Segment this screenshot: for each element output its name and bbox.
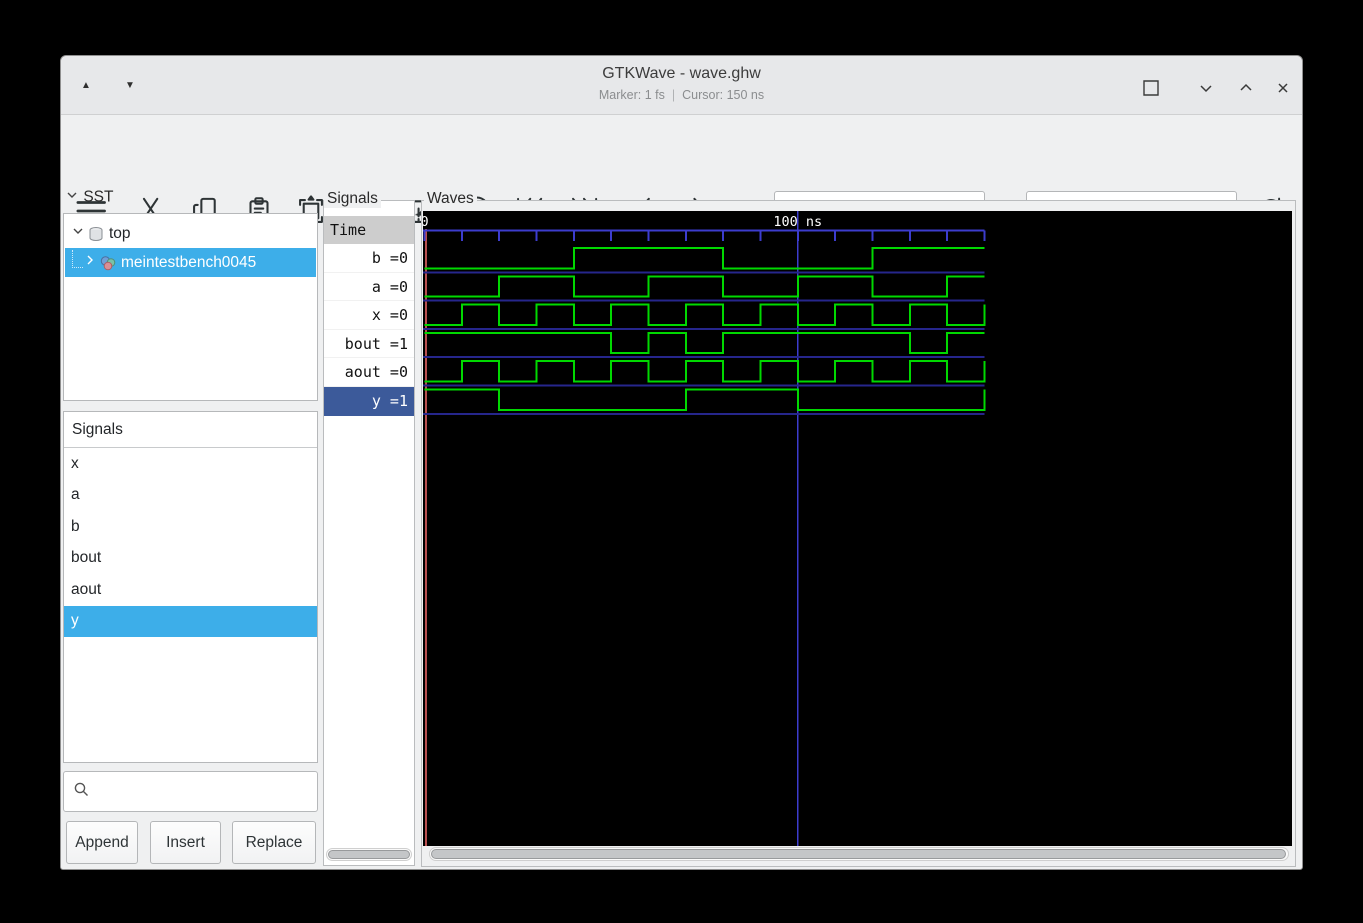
signal-item-y[interactable]: y (64, 606, 317, 638)
append-button[interactable]: Append (66, 821, 138, 864)
chevron-down-icon[interactable] (65, 188, 79, 207)
waves-panel: 0 100 ns (421, 200, 1296, 867)
module-icon (99, 254, 117, 272)
chevron-down-icon[interactable] (71, 224, 85, 243)
time-header: Time (324, 216, 414, 244)
waves-hscrollbar[interactable] (429, 847, 1289, 861)
wave-canvas[interactable]: 0 100 ns (423, 211, 1292, 846)
svg-text:0: 0 (423, 214, 429, 230)
waves-frame-label: Waves (424, 190, 477, 208)
titlebar[interactable]: ▲ ▼ GTKWave - wave.ghw Marker: 1 fs|Curs… (61, 56, 1302, 115)
signal-search[interactable] (63, 771, 318, 812)
value-row-b[interactable]: b =0 (324, 244, 414, 273)
database-icon (87, 225, 105, 243)
search-input[interactable] (90, 772, 317, 811)
signal-browser-list: xabboutaouty (64, 448, 317, 637)
value-row-x[interactable]: x =0 (324, 301, 414, 330)
signals-values-panel: Time b =0a =0x =0bout =1aout =0y =1 (323, 200, 415, 866)
sst-tree: top meintestbench0045 (63, 213, 318, 401)
scrollbar-thumb[interactable] (431, 849, 1286, 859)
signal-item-b[interactable]: b (64, 511, 317, 543)
signal-browser-header: Signals (64, 412, 317, 448)
scrollbar-thumb[interactable] (328, 850, 410, 859)
value-row-bout[interactable]: bout =1 (324, 330, 414, 359)
signals-hscrollbar[interactable] (326, 848, 412, 861)
signal-item-bout[interactable]: bout (64, 543, 317, 575)
signal-browser: Signals xabboutaouty (63, 411, 318, 763)
tree-item-meintestbench0045[interactable]: meintestbench0045 (65, 248, 316, 277)
signal-item-x[interactable]: x (64, 448, 317, 480)
toolbar: From: To: (61, 116, 1302, 186)
value-row-aout[interactable]: aout =0 (324, 358, 414, 387)
marker-status: Marker: 1 fs (599, 88, 665, 102)
value-row-a[interactable]: a =0 (324, 273, 414, 302)
close-icon[interactable] (1271, 76, 1295, 100)
window-subtitle: Marker: 1 fs|Cursor: 150 ns (61, 88, 1302, 102)
tree-item-top[interactable]: top (65, 219, 316, 248)
gtkwave-window: ▲ ▼ GTKWave - wave.ghw Marker: 1 fs|Curs… (60, 55, 1303, 870)
sst-panel-label: SST (65, 188, 113, 207)
replace-button[interactable]: Replace (232, 821, 316, 864)
tree-item-label: top (109, 225, 131, 243)
tree-connector (72, 250, 83, 268)
window-title: GTKWave - wave.ghw (61, 65, 1302, 83)
chevron-right-icon[interactable] (83, 253, 97, 272)
search-icon (72, 780, 90, 803)
signals-frame-label: Signals (324, 190, 381, 208)
tree-item-label: meintestbench0045 (121, 254, 256, 272)
signal-item-aout[interactable]: aout (64, 574, 317, 606)
signal-item-a[interactable]: a (64, 480, 317, 512)
value-row-y[interactable]: y =1 (324, 387, 414, 416)
minimize-icon[interactable] (1194, 76, 1218, 100)
maximize-icon[interactable] (1234, 76, 1258, 100)
insert-button[interactable]: Insert (150, 821, 221, 864)
cursor-status: Cursor: 150 ns (682, 88, 764, 102)
svg-text:100 ns: 100 ns (773, 214, 822, 230)
fullscreen-icon[interactable] (1139, 76, 1163, 100)
